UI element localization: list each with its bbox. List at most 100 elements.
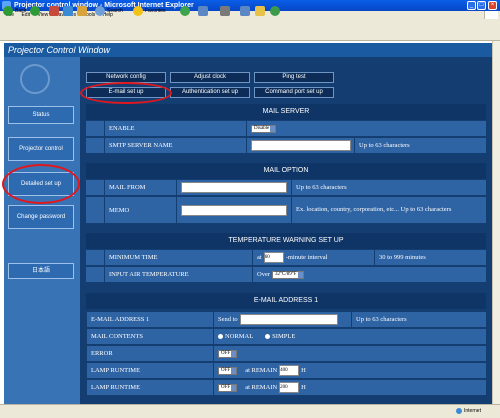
messenger-button[interactable] xyxy=(270,4,282,18)
mail-from-note: Up to 63 characters xyxy=(291,180,491,195)
enable-label: ENABLE xyxy=(104,121,229,136)
edit-button[interactable] xyxy=(240,4,252,18)
tab-command-port-setup[interactable]: Command port set up xyxy=(254,87,334,98)
search-button[interactable]: Search xyxy=(95,4,123,18)
internet-zone-icon xyxy=(456,408,462,414)
mail-from-label: MAIL FROM xyxy=(104,180,179,195)
row-mail-contents: MAIL CONTENTS NORMAL SIMPLE xyxy=(86,329,486,344)
tab-authentication-setup[interactable]: Authentication set up xyxy=(170,87,250,98)
over-label: Over xyxy=(257,271,270,278)
row-smtp-server: SMTP SERVER NAME Up to 63 characters xyxy=(86,138,486,153)
maximize-button[interactable]: □ xyxy=(477,1,486,10)
row-error: ERROR OFF xyxy=(86,346,486,361)
minimize-button[interactable]: _ xyxy=(467,1,476,10)
send-to-label: Send to xyxy=(218,316,238,323)
scrollbar[interactable] xyxy=(492,41,500,404)
row-minimum-time: MINIMUM TIME at 60 -minute interval 30 t… xyxy=(86,250,486,265)
status-bar: Internet xyxy=(0,404,500,418)
mail-from-input[interactable] xyxy=(181,182,287,193)
lamp-runtime-2-hours-input[interactable]: 200 xyxy=(279,382,300,393)
smtp-label: SMTP SERVER NAME xyxy=(104,138,249,153)
search-icon xyxy=(95,5,105,16)
smtp-server-input[interactable] xyxy=(251,140,351,151)
mail-icon xyxy=(198,5,208,16)
smtp-note: Up to 63 characters xyxy=(354,138,491,153)
air-temperature-label: INPUT AIR TEMPERATURE xyxy=(104,267,249,282)
print-icon xyxy=(220,5,230,16)
back-arrow-icon xyxy=(3,5,13,16)
sidebar-item-change-password[interactable]: Change password xyxy=(8,205,74,229)
email-address-label: E-MAIL ADDRESS 1 xyxy=(86,312,216,327)
close-button[interactable]: × xyxy=(488,1,497,10)
stop-icon xyxy=(49,5,59,16)
memo-input[interactable] xyxy=(181,204,287,216)
row-input-air-temperature: INPUT AIR TEMPERATURE Over 32°C/89°F xyxy=(86,267,486,282)
enable-select[interactable]: Disable xyxy=(251,124,277,133)
mail-contents-label: MAIL CONTENTS xyxy=(86,329,216,344)
radio-normal[interactable] xyxy=(218,334,223,339)
history-button[interactable] xyxy=(180,4,192,18)
stop-button[interactable] xyxy=(49,4,61,18)
row-memo: MEMO Ex. location, country, corporation,… xyxy=(86,197,486,223)
highlight-ring-email-setup xyxy=(80,82,172,104)
row-mail-from: MAIL FROM Up to 63 characters xyxy=(86,180,486,195)
at-remain-label-2: at REMAIN xyxy=(245,384,278,391)
row-lamp-runtime-2: LAMP RUNTIME OFF at REMAIN 200 H xyxy=(86,380,486,395)
projector-logo-icon xyxy=(20,64,50,94)
history-icon xyxy=(180,5,190,16)
interval-label: -minute interval xyxy=(285,254,328,261)
sidebar-item-language[interactable]: 日本語 xyxy=(8,263,74,279)
radio-simple[interactable] xyxy=(265,334,271,339)
edit-icon xyxy=(240,5,250,16)
lamp-runtime-2-select[interactable]: OFF xyxy=(218,383,238,392)
memo-label: MEMO xyxy=(104,197,179,223)
toolbar xyxy=(0,19,500,41)
row-enable: ENABLE Disable xyxy=(86,121,486,136)
forward-button[interactable] xyxy=(30,4,42,18)
sidebar-item-status[interactable]: Status xyxy=(8,106,74,124)
row-lamp-runtime-1: LAMP RUNTIME OFF at REMAIN 400 H xyxy=(86,363,486,378)
home-button[interactable] xyxy=(77,4,89,18)
forward-arrow-icon xyxy=(30,5,40,16)
air-temperature-select[interactable]: 32°C/89°F xyxy=(272,270,304,279)
folder-button[interactable] xyxy=(255,4,267,18)
lamp-runtime-1-hours-input[interactable]: 400 xyxy=(279,365,300,376)
refresh-icon xyxy=(63,5,73,16)
memo-note: Ex. location, country, corporation, etc.… xyxy=(291,197,466,223)
email-address-note: Up to 63 characters xyxy=(351,312,491,327)
email-address-input[interactable] xyxy=(239,314,338,325)
sidebar-item-projector-control[interactable]: Projector control xyxy=(8,137,74,161)
error-label: ERROR xyxy=(86,346,216,361)
at-remain-label-1: at REMAIN xyxy=(245,367,278,374)
status-zone-text: Internet xyxy=(464,408,481,414)
row-email-address: E-MAIL ADDRESS 1 Send to Up to 63 charac… xyxy=(86,312,486,327)
messenger-icon xyxy=(270,5,280,16)
highlight-ring-detailed-setup xyxy=(2,164,80,204)
at-label: at xyxy=(257,254,262,261)
simple-label: SIMPLE xyxy=(272,333,296,340)
mail-button[interactable] xyxy=(198,4,210,18)
back-button[interactable]: Back xyxy=(3,4,26,18)
refresh-button[interactable] xyxy=(63,4,75,18)
page-title: Projector Control Window xyxy=(4,43,492,57)
hours-unit-2: H xyxy=(301,384,306,391)
star-icon xyxy=(133,5,143,16)
favorites-button[interactable]: Favorites xyxy=(133,4,166,18)
error-select[interactable]: OFF xyxy=(218,349,238,358)
minimum-time-label: MINIMUM TIME xyxy=(104,250,249,265)
lamp-runtime-1-label: LAMP RUNTIME xyxy=(86,363,216,378)
section-mail-option: MAIL OPTION xyxy=(86,163,486,179)
print-button[interactable] xyxy=(220,4,232,18)
lamp-runtime-2-label: LAMP RUNTIME xyxy=(86,380,216,395)
folder-icon xyxy=(255,5,265,16)
minimum-time-input[interactable]: 60 xyxy=(263,252,284,263)
tab-ping-test[interactable]: Ping test xyxy=(254,72,334,83)
home-icon xyxy=(77,5,87,16)
normal-label: NORMAL xyxy=(225,333,254,340)
hours-unit-1: H xyxy=(301,367,306,374)
lamp-runtime-1-select[interactable]: OFF xyxy=(218,366,238,375)
section-email-address-1: E-MAIL ADDRESS 1 xyxy=(86,293,486,309)
section-mail-server: MAIL SERVER xyxy=(86,104,486,120)
tab-adjust-clock[interactable]: Adjust clock xyxy=(170,72,250,83)
minimum-time-note: 30 to 999 minutes xyxy=(374,250,491,265)
